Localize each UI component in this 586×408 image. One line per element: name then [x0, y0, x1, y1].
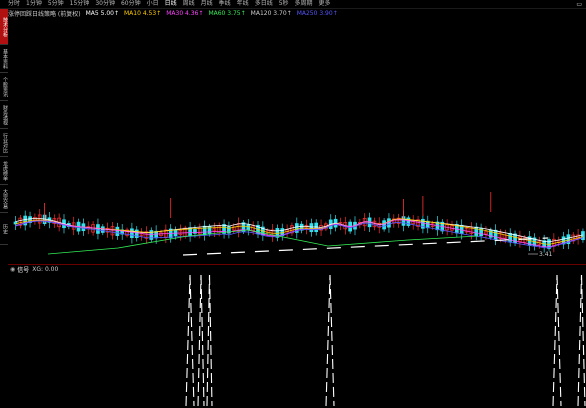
candle-body	[100, 226, 105, 233]
period-tab-12[interactable]: 多日线	[255, 0, 273, 8]
signal-spike	[206, 274, 211, 406]
period-tab-11[interactable]: 年线	[237, 0, 249, 8]
ma-legend-item: MA5 5.00↑	[85, 10, 119, 17]
candle-body	[309, 223, 314, 233]
strategy-title: 涨停回踩日线策略 (前复权)	[8, 11, 81, 18]
left-tab-2[interactable]: 个股资讯	[0, 73, 8, 101]
period-tab-5[interactable]: 60分钟	[121, 0, 141, 8]
period-tab-14[interactable]: 多周期	[295, 0, 313, 8]
period-tab-3[interactable]: 15分钟	[70, 0, 90, 8]
signal-spike	[208, 274, 213, 406]
period-toolbar: 分时 1分钟 5分钟 15分钟 30分钟 60分钟 小日 日线 周线 月线 季线 年线 多日线 5秒 多周期…	[0, 0, 586, 9]
left-tab-3[interactable]: 财务透视	[0, 101, 8, 129]
left-tab-4[interactable]: 行业对比	[0, 129, 8, 157]
ma-legend-item: MA60 3.75↑	[208, 10, 246, 17]
period-tab-9[interactable]: 月线	[201, 0, 213, 8]
period-tab-8[interactable]: 周线	[183, 0, 195, 8]
signal-spike	[185, 274, 191, 406]
ma-legend-item: MA250 3.90↑	[296, 10, 338, 17]
signal-spike	[189, 274, 195, 406]
signal-spike	[325, 274, 331, 406]
candle-body	[202, 225, 207, 236]
panel-divider	[8, 264, 586, 265]
left-tab-1[interactable]: 基本资料	[0, 45, 8, 73]
restore-window-icon[interactable]: ▭	[566, 1, 582, 8]
candle-body	[115, 226, 120, 236]
period-tab-1[interactable]: 1分钟	[26, 0, 42, 8]
period-tab-7[interactable]: 日线	[165, 0, 177, 8]
ma-legend-item: MA10 4.53↑	[124, 10, 162, 17]
period-tab-13[interactable]: 5秒	[279, 0, 289, 8]
candle-body	[382, 220, 386, 230]
period-tab-15[interactable]: 更多	[319, 0, 331, 8]
trend-line	[182, 237, 549, 256]
kline-chart[interactable]: 3.41	[8, 18, 586, 264]
price-annotation: 3.41	[539, 251, 553, 258]
candle-body	[130, 228, 134, 238]
left-tab-6[interactable]: 大宗交易	[0, 185, 8, 213]
signal-spike	[556, 274, 562, 406]
period-tab-2[interactable]: 5分钟	[48, 0, 64, 8]
ma-legend-item: MA120 3.70↑	[250, 10, 292, 17]
signal-spike	[200, 274, 205, 406]
period-tab-10[interactable]: 季线	[219, 0, 231, 8]
sub-indicator-value: XG: 0.00	[32, 265, 59, 273]
left-vertical-tabs: 技术分析 基本资料 个股资讯 财务透视 行业对比 龙虎榜单 大宗交易 历史	[0, 9, 8, 245]
candle-body	[493, 229, 498, 240]
ma250-line	[15, 220, 584, 249]
ma-legend-item: MA30 4.36↑	[166, 10, 204, 17]
period-tab-4[interactable]: 30分钟	[95, 0, 115, 8]
signal-spike	[580, 274, 586, 406]
ma-legend: 涨停回踩日线策略 (前复权) MA5 5.00↑ MA10 4.53↑ MA30 4…	[8, 9, 348, 18]
sub-indicator-header: ◉ 信号 XG: 0.00	[10, 265, 59, 274]
period-tab-6[interactable]: 小日	[147, 0, 159, 8]
signal-spike	[329, 274, 335, 406]
indicator-icon[interactable]: ◉	[10, 266, 15, 273]
candle-body	[246, 224, 251, 231]
signal-spike	[552, 274, 558, 406]
signal-chart[interactable]	[8, 273, 586, 406]
signal-spike	[197, 274, 202, 406]
signal-spike	[577, 274, 583, 406]
left-tab-0[interactable]: 技术分析	[0, 9, 8, 45]
left-tab-7[interactable]: 历史	[0, 213, 8, 245]
ma-legend-items: MA5 5.00↑ MA10 4.53↑ MA30 4.36↑ MA60 3.75↑ M…	[86, 10, 343, 17]
candle-body	[387, 218, 391, 228]
period-tab-0[interactable]: 分时	[8, 0, 20, 8]
left-tab-5[interactable]: 龙虎榜单	[0, 157, 8, 185]
